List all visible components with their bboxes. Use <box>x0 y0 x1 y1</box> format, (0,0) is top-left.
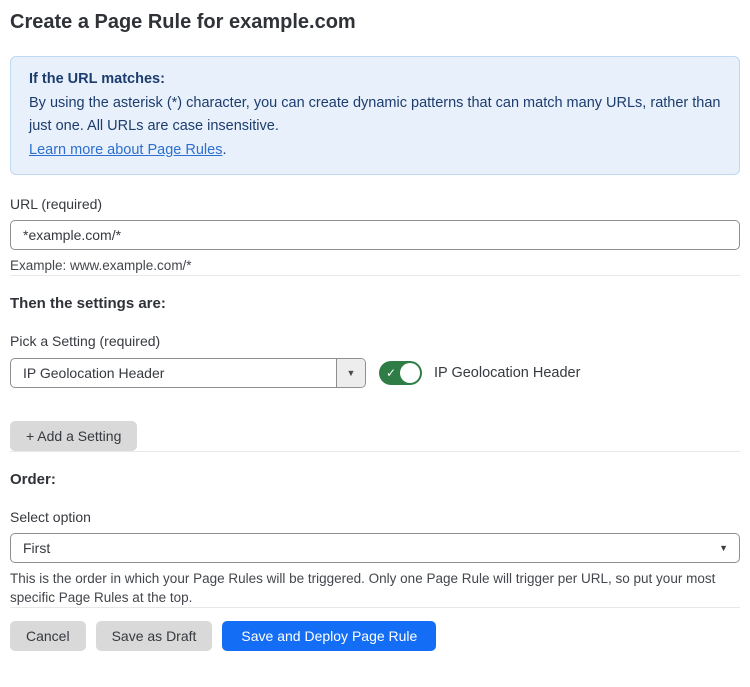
add-setting-button[interactable]: + Add a Setting <box>10 421 137 451</box>
setting-dropdown-caret-button[interactable]: ▼ <box>336 359 365 387</box>
check-icon: ✓ <box>386 365 396 381</box>
info-box-heading: If the URL matches: <box>29 68 721 92</box>
info-box-link-line: Learn more about Page Rules. <box>29 139 721 163</box>
setting-picker-row: IP Geolocation Header ▼ ✓ IP Geolocation… <box>10 358 740 388</box>
save-as-draft-button[interactable]: Save as Draft <box>96 621 213 651</box>
url-input[interactable] <box>10 220 740 250</box>
url-matches-info-box: If the URL matches: By using the asteris… <box>10 56 740 175</box>
info-box-body: By using the asterisk (*) character, you… <box>29 92 721 139</box>
setting-dropdown-value: IP Geolocation Header <box>11 359 336 387</box>
ip-geolocation-toggle[interactable]: ✓ <box>379 361 422 385</box>
order-select[interactable]: First ▼ <box>10 533 740 563</box>
link-suffix: . <box>222 142 226 158</box>
chevron-down-icon: ▼ <box>347 368 356 378</box>
url-field-label: URL (required) <box>10 196 740 212</box>
cancel-button[interactable]: Cancel <box>10 621 86 651</box>
settings-section-heading: Then the settings are: <box>10 295 740 312</box>
save-and-deploy-button[interactable]: Save and Deploy Page Rule <box>222 621 436 651</box>
divider <box>10 607 740 608</box>
learn-more-link[interactable]: Learn more about Page Rules <box>29 142 222 158</box>
footer-actions: Cancel Save as Draft Save and Deploy Pag… <box>10 621 740 651</box>
order-helper-text: This is the order in which your Page Rul… <box>10 569 730 607</box>
toggle-label: IP Geolocation Header <box>434 365 580 381</box>
url-field-helper: Example: www.example.com/* <box>10 256 740 275</box>
setting-picker-label: Pick a Setting (required) <box>10 333 740 349</box>
order-select-label: Select option <box>10 509 740 525</box>
page-title: Create a Page Rule for example.com <box>10 9 740 35</box>
toggle-knob <box>400 363 420 383</box>
setting-dropdown[interactable]: IP Geolocation Header ▼ <box>10 358 366 388</box>
divider <box>10 275 740 276</box>
chevron-down-icon: ▼ <box>719 543 728 553</box>
divider <box>10 451 740 452</box>
order-section-heading: Order: <box>10 471 740 488</box>
setting-toggle-group: ✓ IP Geolocation Header <box>379 361 580 385</box>
order-select-value: First <box>23 540 50 556</box>
